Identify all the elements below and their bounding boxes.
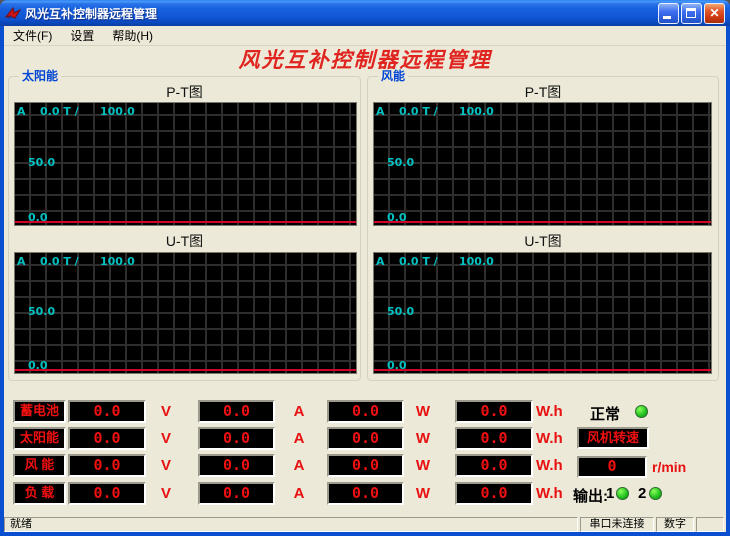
group-wind-label: 风能 xyxy=(378,69,408,83)
output-1-label: 1 xyxy=(606,485,614,502)
normal-status-label: 正常 xyxy=(590,403,620,424)
axis-marker: A xyxy=(17,255,26,268)
solar-energy-display: 0.0 xyxy=(455,427,533,450)
fan-speed-unit: r/min xyxy=(652,459,686,475)
solar-pt-chart: A 0.0 T / 100.0 50.0 0.0 xyxy=(14,102,357,226)
status-ready: 就绪 xyxy=(4,517,578,532)
power-unit: W xyxy=(409,403,437,420)
group-solar-label: 太阳能 xyxy=(19,69,61,83)
minimize-icon xyxy=(663,16,671,19)
zero-data-line xyxy=(374,369,711,371)
axis-marker: A xyxy=(376,105,385,118)
output-1-led xyxy=(616,487,629,500)
wind-current-display: 0.0 xyxy=(198,454,275,477)
voltage-unit: V xyxy=(152,457,180,474)
status-mode: 数字 xyxy=(656,517,694,532)
current-unit: A xyxy=(285,430,313,447)
battery-voltage-display: 0.0 xyxy=(68,400,146,423)
menu-settings[interactable]: 设置 xyxy=(61,26,103,45)
statusbar: 就绪 串口未连接 数字 xyxy=(4,517,726,532)
row-label-load: 负 载 xyxy=(13,482,66,505)
y-max-label: 100.0 xyxy=(100,105,135,118)
axis-marker: A xyxy=(376,255,385,268)
energy-unit: W.h xyxy=(536,457,578,474)
y-mid-label: 50.0 xyxy=(387,156,414,169)
solar-current-display: 0.0 xyxy=(198,427,275,450)
maximize-button[interactable] xyxy=(681,3,702,24)
time-scale-label: 0.0 T / xyxy=(40,255,79,268)
battery-current-display: 0.0 xyxy=(198,400,275,423)
y-max-label: 100.0 xyxy=(100,255,135,268)
maximize-icon xyxy=(686,8,696,18)
wind-pt-chart-title: P-T图 xyxy=(368,82,718,102)
time-scale-label: 0.0 T / xyxy=(399,105,438,118)
y-mid-label: 50.0 xyxy=(387,305,414,318)
fan-speed-display: 0 xyxy=(577,456,647,478)
y-mid-label: 50.0 xyxy=(28,305,55,318)
power-unit: W xyxy=(409,485,437,502)
titlebar[interactable]: 风光互补控制器远程管理 ✕ xyxy=(0,0,730,26)
power-unit: W xyxy=(409,430,437,447)
row-label-solar: 太阳能 xyxy=(13,427,66,450)
status-serial: 串口未连接 xyxy=(580,517,654,532)
close-button[interactable]: ✕ xyxy=(704,3,725,24)
app-window: 风光互补控制器远程管理 ✕ 文件(F) 设置 帮助(H) 风光互补控制器远程管理… xyxy=(0,0,730,536)
energy-unit: W.h xyxy=(536,430,578,447)
solar-power-display: 0.0 xyxy=(327,427,404,450)
time-scale-label: 0.0 T / xyxy=(40,105,79,118)
voltage-unit: V xyxy=(152,430,180,447)
y-max-label: 100.0 xyxy=(459,255,494,268)
load-voltage-display: 0.0 xyxy=(68,482,146,505)
zero-data-line xyxy=(374,221,711,223)
energy-unit: W.h xyxy=(536,485,578,502)
zero-data-line xyxy=(15,221,356,223)
current-unit: A xyxy=(285,485,313,502)
minimize-button[interactable] xyxy=(658,3,679,24)
load-current-display: 0.0 xyxy=(198,482,275,505)
wind-energy-display: 0.0 xyxy=(455,454,533,477)
menu-help[interactable]: 帮助(H) xyxy=(103,26,162,45)
battery-power-display: 0.0 xyxy=(327,400,404,423)
solar-ut-chart: A 0.0 T / 100.0 50.0 0.0 xyxy=(14,252,357,374)
energy-unit: W.h xyxy=(536,403,578,420)
main-content: 风光互补控制器远程管理 太阳能 P-T图 A 0.0 T / 100.0 50.… xyxy=(4,46,726,517)
current-unit: A xyxy=(285,457,313,474)
fan-speed-label: 风机转速 xyxy=(577,427,649,449)
load-power-display: 0.0 xyxy=(327,482,404,505)
group-solar: 太阳能 P-T图 A 0.0 T / 100.0 50.0 0.0 U-T图 A… xyxy=(8,76,361,381)
voltage-unit: V xyxy=(152,403,180,420)
voltage-unit: V xyxy=(152,485,180,502)
wind-power-display: 0.0 xyxy=(327,454,404,477)
menubar: 文件(F) 设置 帮助(H) xyxy=(4,26,726,46)
output-2-label: 2 xyxy=(638,485,646,502)
power-unit: W xyxy=(409,457,437,474)
normal-status-led xyxy=(635,405,648,418)
group-wind: 风能 P-T图 A 0.0 T / 100.0 50.0 0.0 U-T图 A … xyxy=(367,76,719,381)
wind-ut-chart-title: U-T图 xyxy=(368,231,718,251)
row-label-battery: 蓄电池 xyxy=(13,400,66,423)
menu-file[interactable]: 文件(F) xyxy=(4,26,61,45)
solar-ut-chart-title: U-T图 xyxy=(9,231,360,251)
page-title: 风光互补控制器远程管理 xyxy=(4,47,726,74)
y-mid-label: 50.0 xyxy=(28,156,55,169)
time-scale-label: 0.0 T / xyxy=(399,255,438,268)
output-2-led xyxy=(649,487,662,500)
battery-energy-display: 0.0 xyxy=(455,400,533,423)
load-energy-display: 0.0 xyxy=(455,482,533,505)
solar-voltage-display: 0.0 xyxy=(68,427,146,450)
output-label: 输出: xyxy=(573,485,608,506)
solar-pt-chart-title: P-T图 xyxy=(9,82,360,102)
window-title: 风光互补控制器远程管理 xyxy=(25,5,157,22)
row-label-wind: 风 能 xyxy=(13,454,66,477)
wind-voltage-display: 0.0 xyxy=(68,454,146,477)
status-spare-panel xyxy=(696,517,724,532)
wind-pt-chart: A 0.0 T / 100.0 50.0 0.0 xyxy=(373,102,712,226)
current-unit: A xyxy=(285,403,313,420)
zero-data-line xyxy=(15,369,356,371)
wind-ut-chart: A 0.0 T / 100.0 50.0 0.0 xyxy=(373,252,712,374)
app-icon xyxy=(5,5,21,21)
axis-marker: A xyxy=(17,105,26,118)
y-max-label: 100.0 xyxy=(459,105,494,118)
